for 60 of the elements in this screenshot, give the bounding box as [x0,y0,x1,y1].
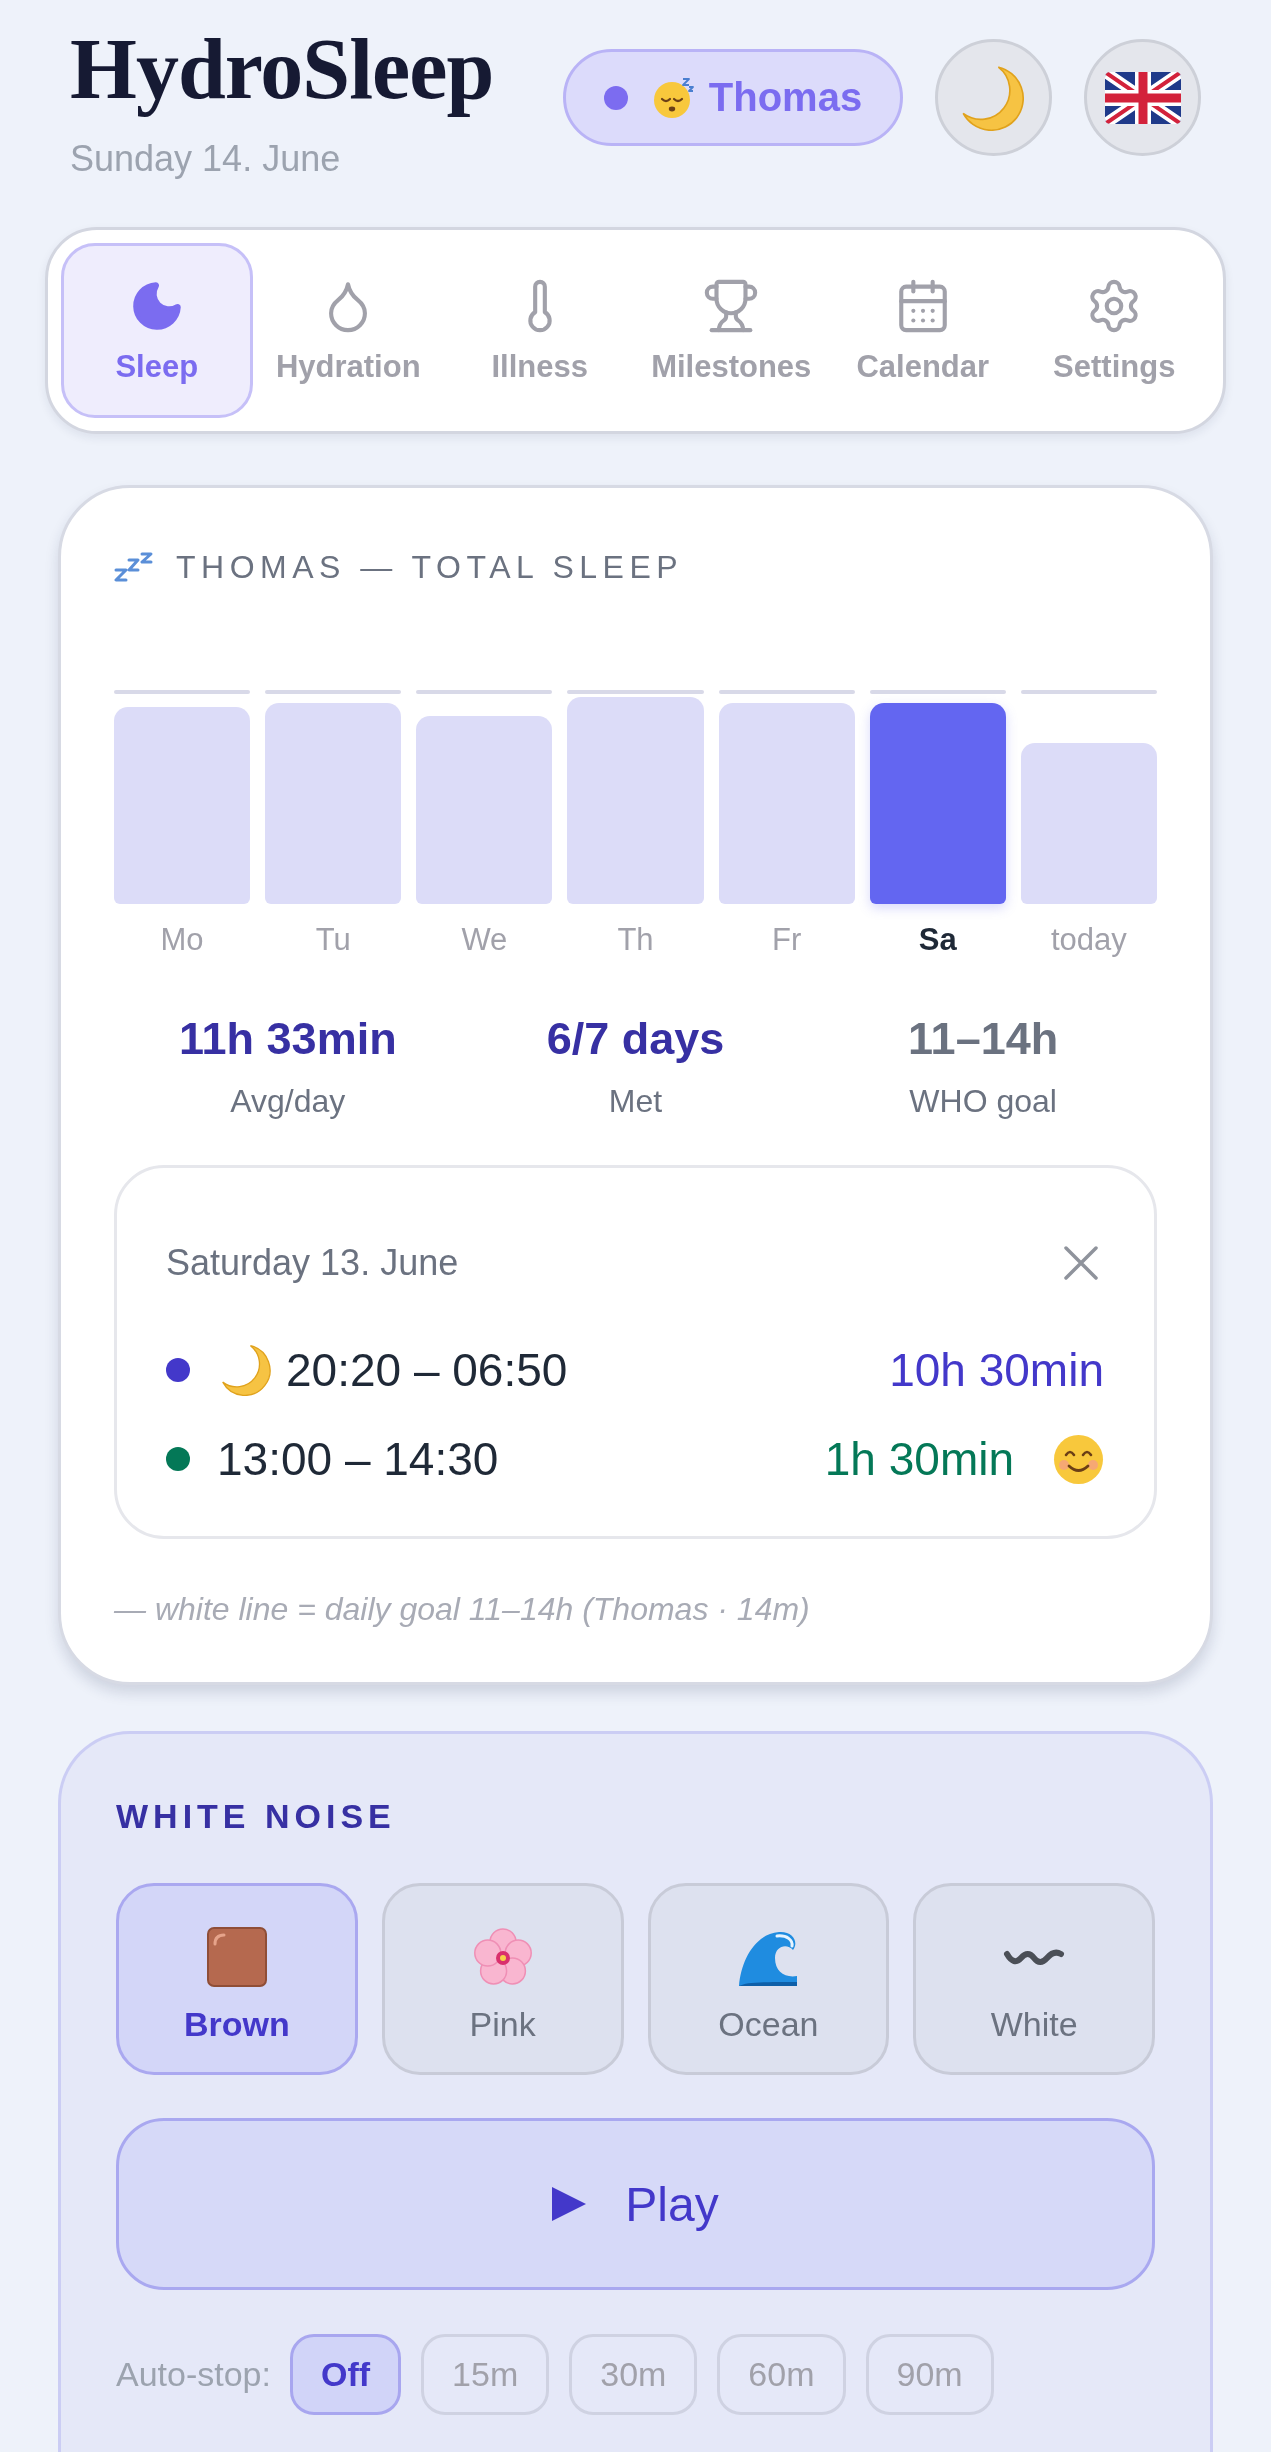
stat-label: WHO goal [909,1082,1057,1120]
close-button[interactable] [1064,1245,1098,1280]
day-label: Fr [772,921,802,959]
moon-icon [960,64,1027,131]
timer-chip[interactable]: 60m [717,2334,846,2415]
nav-tab[interactable]: Sleep [61,243,253,418]
card-title: THOMAS — TOTAL SLEEP [176,548,684,586]
sleep-bar[interactable] [718,703,855,904]
time-range: 13:00 – 14:30 [217,1432,499,1487]
sound-option[interactable]: White [913,1883,1155,2075]
sleep-bar[interactable] [869,703,1006,904]
moon-icon [221,1344,273,1396]
flag-icon [1104,71,1181,124]
play-button[interactable]: Play [116,2118,1155,2290]
stat-value: 11h 33min [179,1012,397,1065]
day-label: Tu [315,921,351,959]
smiley-icon [1053,1433,1104,1485]
detail-title: Saturday 13. June [166,1241,459,1284]
blossom-icon [471,1925,534,1988]
date-text: Sunday 14. June [70,137,341,180]
sleep-bar[interactable] [114,707,251,904]
day-label: Mo [160,921,204,959]
nav-tab[interactable]: Settings [1018,243,1210,418]
zzz-icon [114,552,154,582]
stat-label: Met [608,1082,663,1120]
chart-footnote: — white line = daily goal 11–14h (Thomas · 14m) [114,1590,810,1628]
day-label: today [1051,921,1127,959]
sleep-bar[interactable] [567,697,704,904]
timer-chip[interactable]: 30m [569,2334,698,2415]
sound-option[interactable]: Brown [116,1883,358,2075]
sleep-bar[interactable] [265,703,402,904]
nav-tab[interactable]: Illness [444,243,636,418]
timer-chip[interactable]: 90m [865,2334,994,2415]
time-range: 20:20 – 06:50 [286,1343,568,1398]
app-title: HydroSleep [70,20,494,119]
duration-text: 10h 30min [889,1343,1104,1398]
section-title: WHITE NOISE [116,1796,396,1837]
timer-chip[interactable]: 15m [421,2334,550,2415]
day-label: Th [617,921,654,959]
nav-tab[interactable]: Hydration [252,243,444,418]
stat-value: 6/7 days [546,1012,725,1065]
auto-stop-label: Auto-stop: [116,2355,271,2394]
nav-tab[interactable]: Milestones [635,243,827,418]
sleep-bar[interactable] [416,716,553,904]
timer-chip[interactable]: Off [290,2334,402,2415]
sound-option[interactable]: Ocean [647,1883,890,2075]
day-label: Sa [918,921,957,959]
nav-tab[interactable]: Calendar [827,243,1019,418]
duration-text: 1h 30min [824,1432,1014,1487]
sleepy-face-icon [652,76,695,119]
sleep-bar[interactable] [1020,743,1157,904]
sound-option[interactable]: Pink [381,1883,624,2075]
day-label: We [461,921,508,959]
square-icon [205,1925,268,1988]
status-dot-icon [603,85,628,110]
profile-switcher[interactable]: Thomas [563,49,903,146]
stat-value: 11–14h [908,1012,1059,1065]
close-icon [1064,1245,1098,1280]
stat-label: Avg/day [230,1082,346,1120]
play-icon [552,2187,587,2221]
